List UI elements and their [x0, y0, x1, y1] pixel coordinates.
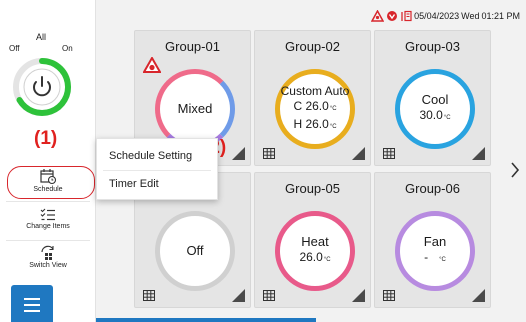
- setpoint-temp: 30.0: [419, 108, 443, 122]
- shield-icon: [387, 11, 398, 21]
- group-card-06[interactable]: Group-06 Fan - °C: [374, 172, 491, 308]
- all-label: All: [36, 32, 47, 42]
- calendar-clock-icon: [40, 169, 57, 185]
- status-time: 01:21 PM: [481, 11, 520, 21]
- group-name: Group-06: [405, 181, 460, 196]
- group-name: Group-03: [405, 39, 460, 54]
- corner-indicator-icon: [472, 289, 485, 302]
- all-power-toggle[interactable]: [10, 55, 74, 119]
- schedule-popup-menu: Schedule Setting Timer Edit: [96, 138, 218, 200]
- status-ring: Off: [155, 211, 235, 291]
- status-date: 05/04/2023: [414, 11, 460, 21]
- sidebar-item-label: Change Items: [26, 223, 70, 230]
- off-label: Off: [9, 44, 20, 53]
- corner-indicator-icon: [232, 147, 245, 160]
- status-ring: Custom Auto C 26.0°C H 26.0°C: [275, 69, 355, 149]
- menu-button[interactable]: [11, 285, 53, 322]
- group-card-02[interactable]: Group-02 Custom Auto C 26.0°C H 26.0°C: [254, 30, 371, 166]
- status-ring: Heat 26.0°C: [275, 211, 355, 291]
- unit-label: °C: [329, 123, 337, 130]
- corner-indicator-icon: [352, 147, 365, 160]
- group-name: Group-05: [285, 181, 340, 196]
- sidebar-item-switch-view[interactable]: Switch View: [0, 245, 96, 269]
- mode-label: Mixed: [177, 101, 213, 116]
- bottom-accent-bar: [96, 318, 316, 322]
- menu-item-schedule-setting[interactable]: Schedule Setting: [109, 150, 192, 162]
- grid-icon: [383, 290, 395, 301]
- corner-indicator-icon: [352, 289, 365, 302]
- status-ring: Fan - °C: [395, 211, 475, 291]
- group-card-05[interactable]: Group-05 Heat 26.0°C: [254, 172, 371, 308]
- grid-icon: [263, 148, 275, 159]
- hamburger-icon: [24, 298, 40, 300]
- mode-label: Fan: [423, 234, 447, 249]
- callout-1: (1): [34, 128, 58, 149]
- heat-setpoint: H 26.0: [293, 116, 329, 131]
- sidebar-divider: [6, 240, 90, 241]
- status-bar: 05/04/2023 Wed 01:21 PM: [371, 10, 520, 22]
- group-name: Group-01: [165, 39, 220, 54]
- grid-icon: [383, 148, 395, 159]
- grid-icon: [263, 290, 275, 301]
- switch-view-icon: [41, 245, 54, 260]
- network-icon: [401, 10, 412, 22]
- mode-label: Off: [186, 243, 204, 258]
- corner-indicator-icon: [472, 147, 485, 160]
- sidebar-item-change-items[interactable]: Change Items: [0, 207, 96, 230]
- mode-label: Cool: [421, 92, 449, 107]
- sidebar: All Off On Schedule Change Items Switch …: [0, 0, 96, 322]
- alert-icon: [371, 10, 385, 22]
- group-card-03[interactable]: Group-03 Cool 30.0°C: [374, 30, 491, 166]
- setpoint-temp: 26.0: [299, 250, 323, 264]
- unit-label: °C: [443, 115, 451, 121]
- mode-label: Heat: [301, 234, 329, 249]
- group-name: Group-02: [285, 39, 340, 54]
- on-label: On: [62, 44, 73, 53]
- chevron-right-icon[interactable]: [510, 161, 520, 179]
- corner-indicator-icon: [232, 289, 245, 302]
- unit-label: °C: [323, 257, 331, 263]
- power-dial-icon: [13, 58, 71, 116]
- sidebar-item-label: Switch View: [29, 262, 67, 269]
- setpoint-temp: -: [424, 250, 429, 264]
- grid-icon: [143, 290, 155, 301]
- checklist-icon: [40, 208, 55, 221]
- unit-label: °C: [329, 105, 337, 112]
- mode-label: Custom Auto: [280, 83, 350, 98]
- status-ring: Cool 30.0°C: [395, 69, 475, 149]
- status-day: Wed: [461, 11, 480, 21]
- cool-setpoint: C 26.0: [293, 98, 329, 113]
- unit-label: °C: [439, 257, 446, 263]
- app-frame: All Off On Schedule Change Items Switch …: [0, 0, 526, 322]
- menu-divider: [103, 170, 211, 171]
- warning-icon: [143, 57, 161, 73]
- sidebar-item-label: Schedule: [33, 186, 63, 193]
- menu-item-timer-edit[interactable]: Timer Edit: [109, 178, 159, 190]
- sidebar-divider: [6, 201, 90, 202]
- sidebar-item-schedule[interactable]: Schedule: [0, 168, 96, 193]
